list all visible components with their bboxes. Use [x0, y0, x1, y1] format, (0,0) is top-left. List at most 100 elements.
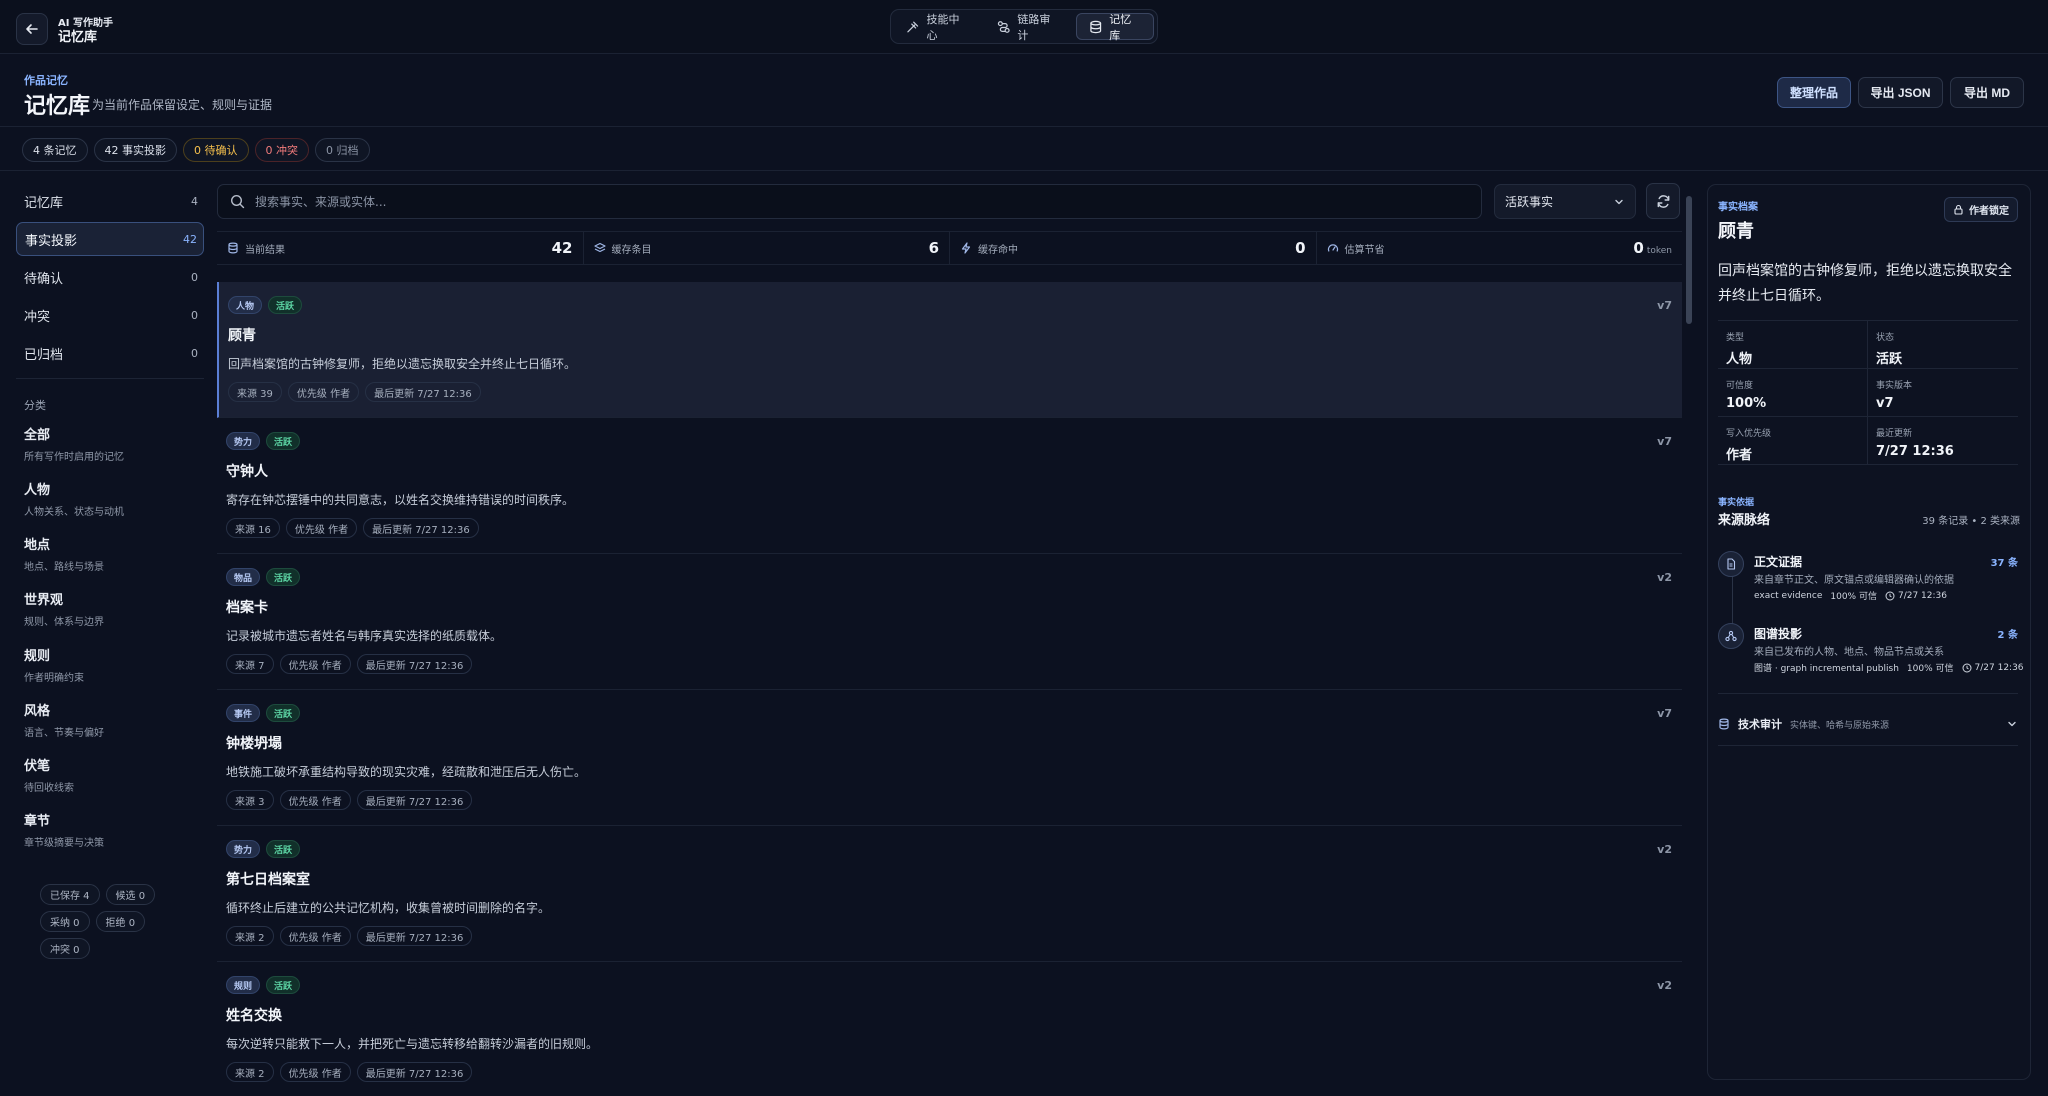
updated-chip: 最后更新 7/27 12:36	[363, 518, 479, 538]
category-style[interactable]: 风格 语言、节奏与偏好	[24, 700, 204, 739]
graph-icon	[1725, 630, 1737, 642]
document-icon	[1727, 558, 1736, 570]
fact-title: 姓名交换	[226, 1008, 282, 1024]
source-confidence: 100% 可信	[1830, 592, 1877, 602]
fact-card[interactable]: 物品 活跃 v2 档案卡 记录被城市遗忘者姓名与韩序真实选择的纸质载体。 来源 7…	[217, 554, 1682, 690]
source-icon-wrap	[1718, 551, 1744, 577]
sidebar-item-archived[interactable]: 已归档 0	[16, 336, 204, 370]
back-button[interactable]	[16, 13, 48, 45]
category-name: 地点	[24, 538, 51, 553]
memory-count-chip: 4 条记忆	[22, 138, 88, 162]
category-foreshadow[interactable]: 伏笔 待回收线索	[24, 755, 204, 794]
fact-card[interactable]: 人物 活跃 v7 顾青 回声档案馆的古钟修复师，拒绝以遗忘换取安全并终止七日循环。…	[217, 282, 1682, 418]
fact-card[interactable]: 势力 活跃 v7 守钟人 寄存在钟芯摆锤中的共同意志，以姓名交换维持错误的时间秩序…	[217, 418, 1682, 554]
category-name: 风格	[24, 704, 51, 719]
category-character[interactable]: 人物 人物关系、状态与动机	[24, 479, 204, 518]
category-name: 规则	[24, 649, 51, 664]
category-desc: 人物关系、状态与动机	[24, 507, 124, 518]
detail-field: 最近更新 7/27 12:36	[1868, 417, 2018, 464]
fact-desc: 回声档案馆的古钟修复师，拒绝以遗忘换取安全并终止七日循环。	[228, 357, 577, 371]
sidebar-item-pending[interactable]: 待确认 0	[16, 260, 204, 294]
priority-chip: 优先级 作者	[279, 926, 351, 946]
arrow-left-icon	[26, 24, 38, 34]
fact-desc: 地铁施工破坏承重结构导致的现实灾难，经疏散和泄压后无人伤亡。	[226, 765, 587, 779]
source-kind: exact evidence	[1754, 590, 1823, 601]
sidebar-item-projections[interactable]: 事实投影 42	[16, 222, 204, 256]
technical-audit-toggle[interactable]: 技术审计 实体键、哈希与原始来源	[1718, 715, 2018, 733]
priority-chip: 优先级 作者	[279, 1062, 351, 1082]
version-label: v2	[1657, 979, 1672, 992]
type-tag: 势力	[226, 432, 261, 450]
category-name: 章节	[24, 814, 51, 829]
stat-value: 42	[551, 239, 573, 257]
category-desc: 地点、路线与场景	[24, 562, 104, 573]
type-tag: 事件	[226, 704, 261, 722]
refresh-button[interactable]	[1646, 183, 1680, 219]
candidate-chip[interactable]: 候选 0	[105, 884, 156, 905]
stat-value: 0	[1633, 239, 1644, 257]
category-rules[interactable]: 规则 作者明确约束	[24, 645, 204, 684]
field-value: v7	[1876, 396, 1894, 411]
export-md-button[interactable]: 导出 MD	[1950, 77, 2024, 108]
sidebar-item-memory[interactable]: 记忆库 4	[16, 184, 204, 218]
fact-card[interactable]: 事件 活跃 v7 钟楼坍塌 地铁施工破坏承重结构导致的现实灾难，经疏散和泄压后无人…	[217, 690, 1682, 826]
fact-card[interactable]: 势力 活跃 v2 第七日档案室 循环终止后建立的公共记忆机构，收集曾被时间删除的名…	[217, 826, 1682, 962]
category-desc: 所有写作时启用的记忆	[24, 452, 124, 463]
source-desc: 来自章节正文、原文锚点或编辑器确认的依据	[1754, 575, 1954, 586]
status-tag: 活跃	[266, 840, 301, 858]
rejected-chip[interactable]: 拒绝 0	[95, 911, 146, 932]
fact-filter-select[interactable]: 活跃事实	[1494, 184, 1636, 219]
source-name: 正文证据	[1754, 555, 1803, 569]
audit-title: 技术审计	[1738, 718, 1782, 731]
category-worldview[interactable]: 世界观 规则、体系与边界	[24, 589, 204, 628]
fact-detail-panel: 事实档案 顾青 作者锁定 回声档案馆的古钟修复师，拒绝以遗忘换取安全并终止七日循…	[1707, 184, 2031, 1080]
summary-chips: 4 条记忆 42 事实投影 0 待确认 0 冲突 0 归档	[22, 138, 370, 162]
accepted-chip[interactable]: 采纳 0	[40, 911, 90, 932]
status-tag: 活跃	[268, 296, 303, 314]
source-kind: 图谱 · graph incremental publish	[1754, 664, 1899, 674]
search-input[interactable]	[255, 194, 1355, 209]
pending-count-chip: 0 待确认	[183, 138, 249, 162]
category-all[interactable]: 全部 所有写作时启用的记忆	[24, 424, 204, 463]
stat-value: 6	[928, 239, 939, 257]
gauge-icon	[1327, 244, 1338, 252]
field-value: 作者	[1726, 448, 1753, 463]
fact-title: 第七日档案室	[226, 872, 310, 888]
category-chapter[interactable]: 章节 章节级摘要与决策	[24, 810, 204, 849]
sidebar-item-count: 42	[183, 232, 197, 246]
skill-icon	[907, 21, 919, 32]
type-tag: 规则	[226, 976, 261, 994]
tab-memory-library[interactable]: 记忆库	[1075, 13, 1154, 42]
detail-field: 状态 活跃	[1868, 321, 2018, 368]
category-heading: 分类	[24, 399, 46, 412]
tab-skill-center[interactable]: 技能中心	[894, 13, 981, 42]
conflict-chip[interactable]: 冲突 0	[40, 938, 90, 959]
database-icon	[1090, 20, 1101, 33]
category-desc: 待回收线索	[24, 783, 74, 794]
stat-estimated-savings: 估算节省 0 token	[1317, 232, 1683, 264]
stat-cache-hits: 缓存命中 0	[950, 232, 1317, 264]
source-icon-wrap	[1718, 623, 1744, 649]
category-location[interactable]: 地点地点、路线与场景	[24, 534, 204, 573]
status-tag: 活跃	[266, 568, 301, 586]
chevron-down-icon	[1615, 199, 1623, 204]
type-tag: 物品	[226, 568, 261, 586]
author-lock-button[interactable]: 作者锁定	[1944, 197, 2018, 222]
bolt-icon	[961, 242, 971, 254]
priority-chip: 优先级 作者	[279, 654, 351, 674]
source-confidence: 100% 可信	[1906, 664, 1954, 674]
fact-card[interactable]: 规则 活跃 v2 姓名交换 每次逆转只能救下一人，并把死亡与遗忘转移给翻转沙漏者的…	[217, 962, 1682, 1096]
status-chips: 已保存 4 候选 0 采纳 0 拒绝 0 冲突 0	[40, 884, 190, 959]
export-json-button[interactable]: 导出 JSON	[1858, 77, 1943, 108]
saved-chip[interactable]: 已保存 4	[40, 884, 100, 905]
list-scrollbar[interactable]	[1686, 196, 1692, 324]
tab-route-audit[interactable]: 链路审计	[985, 13, 1072, 42]
divider	[0, 126, 2048, 127]
fact-list: 人物 活跃 v7 顾青 回声档案馆的古钟修复师，拒绝以遗忘换取安全并终止七日循环。…	[217, 282, 1682, 1096]
fact-title: 档案卡	[226, 600, 268, 616]
sidebar-item-conflicts[interactable]: 冲突 0	[16, 298, 204, 332]
organize-button[interactable]: 整理作品	[1777, 77, 1851, 108]
updated-chip: 最后更新 7/27 12:36	[356, 654, 473, 674]
fact-title: 钟楼坍塌	[226, 736, 282, 752]
source-time: 7/27 12:36	[1974, 662, 2024, 673]
